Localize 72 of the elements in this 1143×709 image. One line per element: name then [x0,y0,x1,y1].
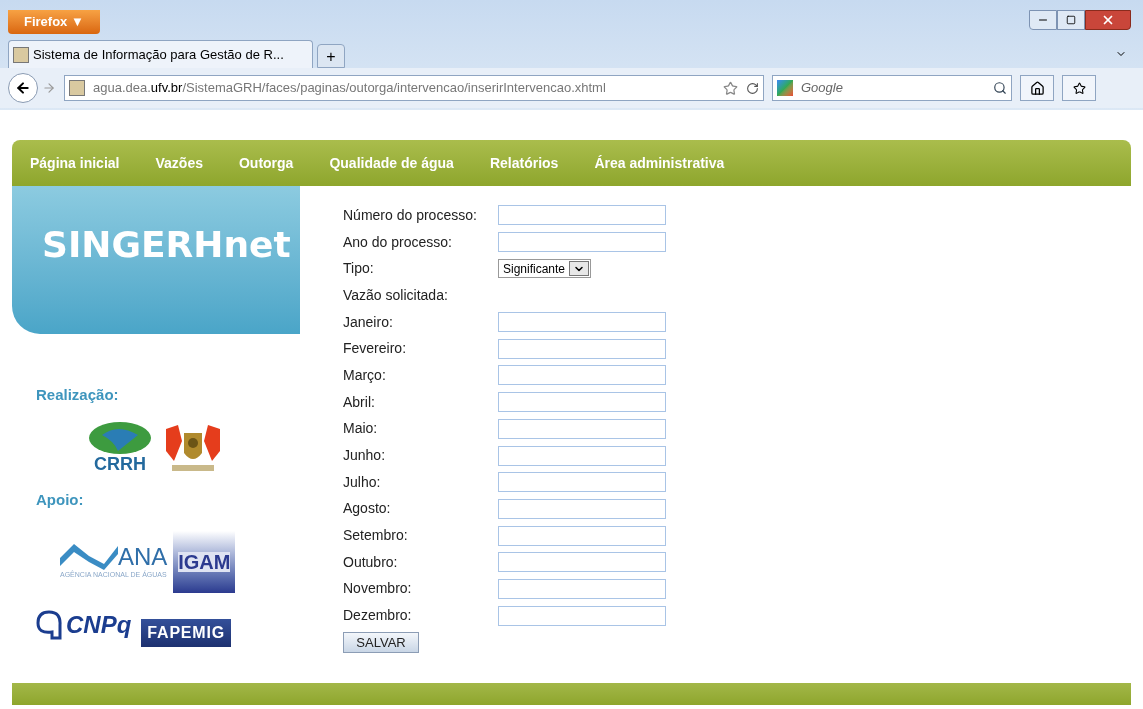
field-label: Setembro: [343,526,409,546]
input-field[interactable] [498,232,666,253]
dropdown-caret-icon [569,261,590,277]
field-label: Maio: [343,419,379,439]
browser-tab[interactable]: Sistema de Informação para Gestão de R... [8,40,313,68]
field-label: Janeiro: [343,312,394,332]
type-dropdown[interactable]: Significante [498,259,592,279]
forward-icon[interactable] [42,81,56,95]
favicon-icon [13,46,29,63]
field-label: Outubro: [343,552,399,572]
input-field[interactable] [498,392,666,413]
brand-title: SINGERHnet [42,223,291,267]
home-button[interactable] [1020,75,1054,101]
crrh-emblem-icon [88,420,152,455]
close-icon [1101,13,1115,27]
cnpq-logo: CNPq [36,610,132,640]
input-field[interactable] [498,205,666,226]
head-icon [36,610,62,640]
input-field[interactable] [498,365,666,386]
field-label: Agosto: [343,499,392,519]
field-label: Número do processo: [343,205,478,225]
url-text: agua.dea.ufv.br/SistemaGRH/faces/paginas/outorga/intervencao/inserirIntervencao.xhtml [93,79,606,98]
nav-link[interactable]: Vazões [155,152,203,174]
close-button[interactable] [1085,10,1131,30]
reload-icon[interactable] [746,81,759,95]
crrh-logo: CRRH [84,420,156,473]
section-heading: Realização: [36,385,120,405]
nav-link[interactable]: Outorga [238,152,294,174]
bookmark-star-icon[interactable] [723,80,738,96]
maximize-button[interactable] [1057,10,1085,30]
igam-logo: IGAM [173,531,236,593]
field-label: Vazão solicitada: [343,285,449,305]
new-tab-button[interactable]: + [317,44,345,68]
fapemig-logo: FAPEMIG [141,619,231,647]
input-field[interactable] [498,338,666,359]
home-icon [1029,80,1045,96]
star-icon [1072,81,1086,95]
site-icon [69,80,85,96]
search-field[interactable]: Google [772,75,1012,101]
input-field[interactable] [498,472,666,493]
nav-link[interactable]: Qualidade de água [329,152,454,174]
nav-link[interactable]: Área administrativa [594,152,725,174]
search-icon[interactable] [993,81,1007,95]
input-field[interactable] [498,312,666,333]
field-label: Abril: [343,392,376,412]
nav-link[interactable]: Relatórios [489,152,559,174]
field-label: Março: [343,365,387,385]
nav-link[interactable]: Página inicial [30,152,120,174]
section-heading: Apoio: [36,489,85,510]
field-label: Fevereiro: [343,339,408,359]
field-label: Julho: [343,472,382,492]
back-button[interactable] [8,73,38,103]
bookmarks-button[interactable] [1062,75,1096,101]
save-button[interactable]: SALVAR [343,632,419,653]
field-label: Tipo: [343,259,375,279]
maximize-icon [1066,15,1076,25]
wave-icon [60,543,118,570]
minimize-button[interactable] [1029,10,1057,30]
input-field[interactable] [498,578,666,599]
field-label: Ano do processo: [343,232,453,252]
address-bar[interactable]: agua.dea.ufv.br/SistemaGRH/faces/paginas/outorga/intervencao/inserirIntervencao.xhtml [64,75,764,101]
field-label: Junho: [343,446,387,466]
input-field[interactable] [498,498,666,519]
search-engine-icon [777,80,793,96]
input-field[interactable] [498,605,666,626]
input-field[interactable] [498,445,666,466]
firefox-menu-button[interactable]: Firefox ▼ [8,10,100,34]
field-label: Novembro: [343,579,413,599]
input-field[interactable] [498,525,666,546]
input-field[interactable] [498,552,666,573]
field-label: Dezembro: [343,606,413,626]
input-field[interactable] [498,418,666,439]
